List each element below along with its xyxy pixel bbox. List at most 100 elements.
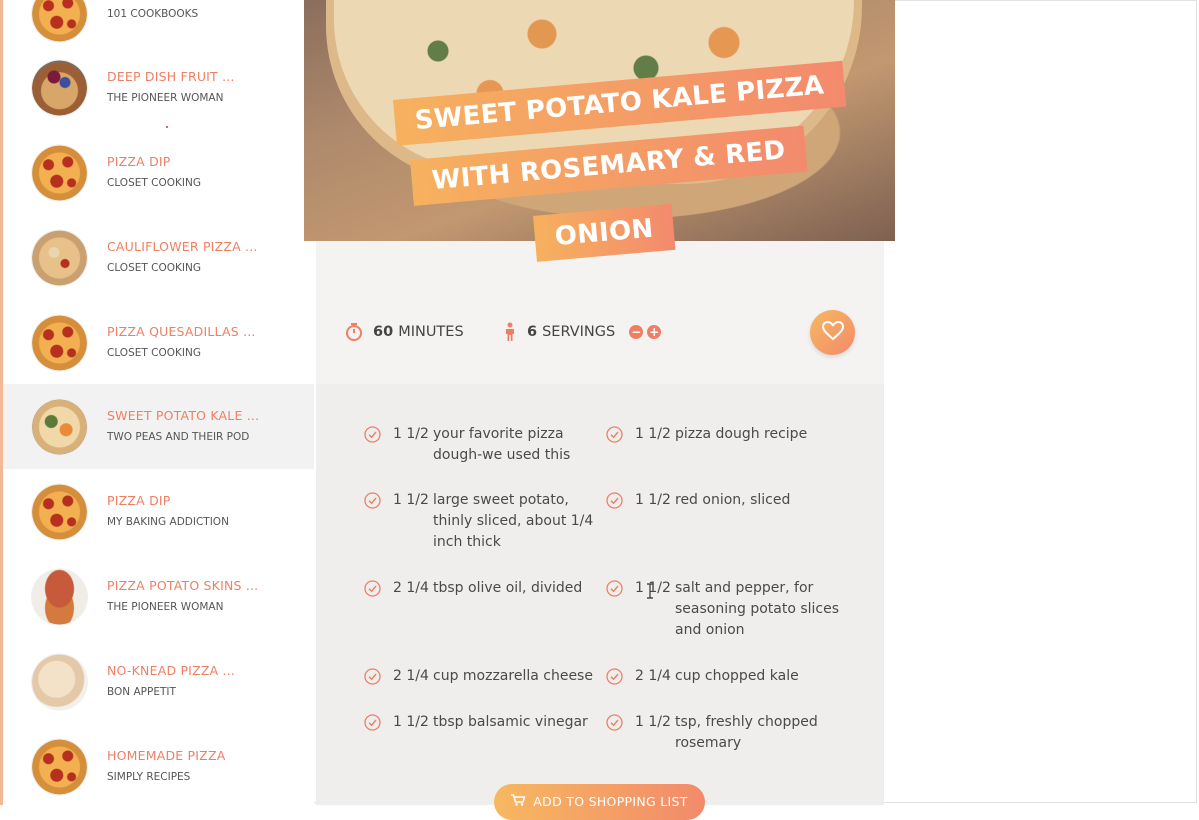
cook-time: 60 MINUTES: [345, 322, 464, 342]
ingredient-name-line: tsp, freshly chopped: [675, 714, 818, 730]
sidebar-recipe-item-active[interactable]: SWEET POTATO KALE ... TWO PEAS AND THEIR…: [3, 384, 314, 469]
ingredient-item[interactable]: 2 1/4 tbsp olive oil, divided: [364, 578, 594, 599]
add-to-shopping-list-button[interactable]: ADD TO SHOPPING LIST: [494, 784, 705, 820]
sidebar-recipe-item[interactable]: PIZZA QUESADILLAS ... CLOSET COOKING: [3, 300, 314, 385]
kale-pizza-thumbnail: [32, 399, 87, 454]
ingredient-quantity: 1 1/2: [635, 426, 671, 442]
dough-thumbnail: [32, 654, 87, 709]
ingredient-name: salt and pepper, for seasoning potato sli…: [675, 578, 839, 641]
ingredient-name: large sweet potato, thinly sliced, about …: [433, 490, 593, 553]
check-circle-icon[interactable]: [364, 492, 381, 509]
recipe-title: NO-KNEAD PIZZA ...: [107, 663, 236, 678]
potato-skins-thumbnail: [32, 569, 87, 624]
recipe-title: DEEP DISH FRUIT ...: [107, 69, 235, 84]
pizza-thumbnail: [32, 0, 87, 41]
pizza-thumbnail: [32, 739, 87, 794]
ingredient-name-line: cup mozzarella cheese: [433, 668, 593, 684]
fruit-dessert-thumbnail: [32, 60, 87, 115]
check-circle-icon[interactable]: [606, 668, 623, 685]
recipe-title: PIZZA DIP: [107, 154, 171, 169]
recipe-title: PIZZA QUESADILLAS ...: [107, 324, 256, 339]
ingredient-name-line: thinly sliced, about 1/4: [433, 513, 594, 529]
quesadilla-thumbnail: [32, 315, 87, 370]
check-circle-icon[interactable]: [364, 426, 381, 443]
recipe-title: HOMEMADE PIZZA: [107, 748, 226, 763]
ingredient-name: pizza dough recipe: [675, 424, 807, 445]
ingredient-name-line: inch thick: [433, 534, 501, 550]
ingredient-item[interactable]: 1 1/2 pizza dough recipe: [606, 424, 836, 445]
ingredient-name: your favorite pizza dough-we used this: [433, 424, 570, 466]
sidebar-recipe-item[interactable]: PIZZA DIP MY BAKING ADDICTION: [3, 469, 314, 554]
check-circle-icon[interactable]: [606, 714, 623, 731]
favorite-button[interactable]: [810, 310, 855, 355]
text-cursor-icon: [647, 583, 653, 599]
servings-stepper[interactable]: − +: [629, 325, 662, 339]
sidebar-recipe-item[interactable]: DEEP DISH FRUIT ... THE PIONEER WOMAN: [3, 45, 314, 130]
recipe-title: SWEET POTATO KALE ...: [107, 408, 260, 423]
recipe-source: SIMPLY RECIPES: [107, 771, 191, 783]
servings: 6 SERVINGS − +: [503, 322, 662, 342]
ingredient-name-line: dough-we used this: [433, 447, 571, 463]
sidebar-recipe-item[interactable]: PIZZA POTATO SKINS ... THE PIONEER WOMAN: [3, 554, 314, 639]
check-circle-icon[interactable]: [606, 426, 623, 443]
ingredient-item[interactable]: 2 1/4 cup mozzarella cheese: [364, 666, 594, 687]
stray-dot: [166, 126, 168, 128]
person-icon: [503, 322, 517, 342]
pizza-dip-thumbnail: [32, 145, 87, 200]
recipe-source: 101 COOKBOOKS: [107, 8, 199, 20]
recipe-source: CLOSET COOKING: [107, 262, 201, 274]
recipe-source: CLOSET COOKING: [107, 347, 201, 359]
cook-time-value: 60: [373, 324, 394, 340]
ingredient-name: cup chopped kale: [675, 666, 799, 687]
plus-icon[interactable]: +: [647, 325, 662, 339]
sidebar-recipe-item[interactable]: NO-KNEAD PIZZA ... BON APPETIT: [3, 639, 314, 724]
ingredient-item[interactable]: 1 1/2 tsp, freshly chopped rosemary: [606, 712, 836, 754]
check-circle-icon[interactable]: [606, 580, 623, 597]
ingredient-name-line: and onion: [675, 622, 745, 638]
ingredient-name-line: cup chopped kale: [675, 668, 799, 684]
ingredient-name-line: pizza dough recipe: [675, 426, 808, 442]
check-circle-icon[interactable]: [364, 668, 381, 685]
recipe-source: THE PIONEER WOMAN: [107, 92, 224, 104]
ingredient-item[interactable]: 1 1/2 red onion, sliced: [606, 490, 836, 511]
recipe-source: TWO PEAS AND THEIR POD: [107, 431, 250, 443]
cart-icon: [511, 794, 526, 806]
ingredient-name-line: tbsp olive oil, divided: [433, 580, 583, 596]
check-circle-icon[interactable]: [606, 492, 623, 509]
ingredient-name: tbsp olive oil, divided: [433, 578, 582, 599]
ingredient-item[interactable]: 2 1/4 cup chopped kale: [606, 666, 836, 687]
ingredient-quantity: 1 1/2: [393, 714, 429, 730]
ingredient-name: tbsp balsamic vinegar: [433, 712, 588, 733]
recipe-source: THE PIONEER WOMAN: [107, 601, 224, 613]
recipe-title: PIZZA POTATO SKINS ...: [107, 578, 259, 593]
cauliflower-pizza-thumbnail: [32, 230, 87, 285]
ingredient-quantity: 2 1/4: [635, 668, 671, 684]
ingredient-quantity: 2 1/4: [393, 668, 429, 684]
ingredient-name: red onion, sliced: [675, 490, 790, 511]
recipe-sidebar[interactable]: 101 COOKBOOKS DEEP DISH FRUIT ... THE PI…: [3, 0, 314, 805]
sidebar-recipe-item[interactable]: HOMEMADE PIZZA SIMPLY RECIPES: [3, 724, 314, 805]
ingredient-item[interactable]: 1 1/2 salt and pepper, for seasoning potat…: [606, 578, 839, 641]
check-circle-icon[interactable]: [364, 580, 381, 597]
sidebar-recipe-item[interactable]: PIZZA DIP CLOSET COOKING: [3, 130, 314, 215]
servings-value: 6: [527, 324, 538, 340]
ingredient-name-line: tbsp balsamic vinegar: [433, 714, 588, 730]
ingredient-name-line: salt and pepper, for: [675, 580, 814, 596]
recipe-title: CAULIFLOWER PIZZA ...: [107, 239, 258, 254]
ingredient-name-line: your favorite pizza: [433, 426, 564, 442]
ingredient-item[interactable]: 1 1/2 large sweet potato, thinly sliced, a…: [364, 490, 594, 553]
ingredient-item[interactable]: 1 1/2 your favorite pizza dough-we used th…: [364, 424, 594, 466]
ingredient-name-line: large sweet potato,: [433, 492, 569, 508]
sidebar-recipe-item[interactable]: CAULIFLOWER PIZZA ... CLOSET COOKING: [3, 215, 314, 300]
recipe-source: MY BAKING ADDICTION: [107, 516, 229, 528]
ingredient-item[interactable]: 1 1/2 tbsp balsamic vinegar: [364, 712, 594, 733]
ingredient-name-line: red onion, sliced: [675, 492, 791, 508]
heart-icon: [821, 320, 844, 345]
recipe-title: PIZZA DIP: [107, 493, 171, 508]
ingredient-quantity: 1 1/2: [635, 492, 671, 508]
ingredient-name: cup mozzarella cheese: [433, 666, 593, 687]
minus-icon[interactable]: −: [629, 325, 644, 339]
recipe-meta-bar: [316, 241, 884, 384]
check-circle-icon[interactable]: [364, 714, 381, 731]
recipe-source: CLOSET COOKING: [107, 177, 201, 189]
